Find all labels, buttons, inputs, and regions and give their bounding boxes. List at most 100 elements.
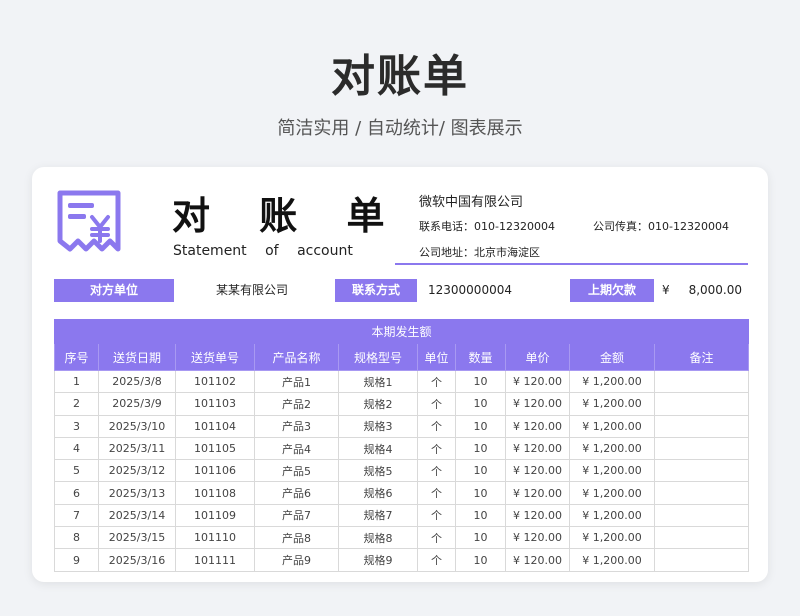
cell-col-remark[interactable] xyxy=(653,503,750,528)
cell-col-qty[interactable]: 10 xyxy=(455,481,506,505)
cell-col-index[interactable]: 4 xyxy=(54,436,99,461)
cell-col-date[interactable]: 2025/3/14 xyxy=(98,503,176,528)
cell-col-price[interactable]: ¥ 120.00 xyxy=(505,481,570,505)
cell-col-product[interactable]: 产品4 xyxy=(254,436,339,461)
cell-col-product[interactable]: 产品3 xyxy=(254,414,339,438)
cell-col-amount[interactable]: ¥ 1,200.00 xyxy=(569,548,655,572)
cell-col-product[interactable]: 产品5 xyxy=(254,459,339,483)
cell-col-unit[interactable]: 个 xyxy=(417,459,456,483)
cell-col-remark[interactable] xyxy=(653,459,750,483)
cell-col-unit[interactable]: 个 xyxy=(417,503,456,528)
table-row[interactable]: 2 2025/3/9 101103 产品2 规格2 个 10 ¥ 120.00 ¥ 1,200.… xyxy=(54,392,750,416)
cell-col-spec[interactable]: 规格5 xyxy=(338,459,418,483)
cell-col-date[interactable]: 2025/3/9 xyxy=(98,392,176,416)
cell-col-remark[interactable] xyxy=(653,436,750,461)
cell-col-spec[interactable]: 规格6 xyxy=(338,481,418,505)
cell-col-date[interactable]: 2025/3/10 xyxy=(98,414,176,438)
cell-col-spec[interactable]: 规格7 xyxy=(338,503,418,528)
cell-col-remark[interactable] xyxy=(653,414,750,438)
cell-col-product[interactable]: 产品7 xyxy=(254,503,339,528)
cell-col-price[interactable]: ¥ 120.00 xyxy=(505,392,570,416)
cell-col-delivery-no[interactable]: 101102 xyxy=(175,369,255,394)
cell-col-price[interactable]: ¥ 120.00 xyxy=(505,503,570,528)
table-row[interactable]: 8 2025/3/15 101110 产品8 规格8 个 10 ¥ 120.00 ¥ 1,200… xyxy=(54,526,750,550)
table-row[interactable]: 7 2025/3/14 101109 产品7 规格7 个 10 ¥ 120.00 ¥ 1,200… xyxy=(54,503,750,528)
cell-col-product[interactable]: 产品1 xyxy=(254,369,339,394)
cell-col-price[interactable]: ¥ 120.00 xyxy=(505,414,570,438)
cell-col-index[interactable]: 3 xyxy=(54,414,99,438)
cell-col-index[interactable]: 7 xyxy=(54,503,99,528)
cell-col-index[interactable]: 9 xyxy=(54,548,99,572)
cell-col-qty[interactable]: 10 xyxy=(455,369,506,394)
cell-col-qty[interactable]: 10 xyxy=(455,548,506,572)
cell-col-remark[interactable] xyxy=(653,481,750,505)
cell-col-spec[interactable]: 规格3 xyxy=(338,414,418,438)
cell-col-index[interactable]: 8 xyxy=(54,526,99,550)
cell-col-date[interactable]: 2025/3/13 xyxy=(98,481,176,505)
cell-col-unit[interactable]: 个 xyxy=(417,392,456,416)
cell-col-delivery-no[interactable]: 101104 xyxy=(175,414,255,438)
cell-col-index[interactable]: 5 xyxy=(54,459,99,483)
table-row[interactable]: 6 2025/3/13 101108 产品6 规格6 个 10 ¥ 120.00 ¥ 1,200… xyxy=(54,481,750,505)
cell-col-unit[interactable]: 个 xyxy=(417,414,456,438)
cell-col-delivery-no[interactable]: 101103 xyxy=(175,392,255,416)
cell-col-unit[interactable]: 个 xyxy=(417,436,456,461)
cell-col-index[interactable]: 6 xyxy=(54,481,99,505)
cell-col-remark[interactable] xyxy=(653,392,750,416)
cell-col-price[interactable]: ¥ 120.00 xyxy=(505,459,570,483)
cell-col-amount[interactable]: ¥ 1,200.00 xyxy=(569,503,655,528)
cell-col-delivery-no[interactable]: 101105 xyxy=(175,436,255,461)
cell-col-amount[interactable]: ¥ 1,200.00 xyxy=(569,392,655,416)
cell-col-price[interactable]: ¥ 120.00 xyxy=(505,369,570,394)
cell-col-spec[interactable]: 规格1 xyxy=(338,369,418,394)
cell-col-delivery-no[interactable]: 101109 xyxy=(175,503,255,528)
cell-col-delivery-no[interactable]: 101110 xyxy=(175,526,255,550)
cell-col-amount[interactable]: ¥ 1,200.00 xyxy=(569,414,655,438)
balance-value[interactable]: 8,000.00 xyxy=(682,279,742,302)
cell-col-spec[interactable]: 规格4 xyxy=(338,436,418,461)
cell-col-index[interactable]: 1 xyxy=(54,369,99,394)
cell-col-qty[interactable]: 10 xyxy=(455,503,506,528)
cell-col-date[interactable]: 2025/3/15 xyxy=(98,526,176,550)
cell-col-product[interactable]: 产品6 xyxy=(254,481,339,505)
cell-col-product[interactable]: 产品2 xyxy=(254,392,339,416)
cell-col-price[interactable]: ¥ 120.00 xyxy=(505,548,570,572)
cell-col-delivery-no[interactable]: 101108 xyxy=(175,481,255,505)
cell-col-qty[interactable]: 10 xyxy=(455,436,506,461)
cell-col-date[interactable]: 2025/3/16 xyxy=(98,548,176,572)
cell-col-unit[interactable]: 个 xyxy=(417,369,456,394)
cell-col-delivery-no[interactable]: 101106 xyxy=(175,459,255,483)
cell-col-price[interactable]: ¥ 120.00 xyxy=(505,436,570,461)
cell-col-unit[interactable]: 个 xyxy=(417,548,456,572)
table-row[interactable]: 4 2025/3/11 101105 产品4 规格4 个 10 ¥ 120.00 ¥ 1,200… xyxy=(54,436,750,461)
cell-col-qty[interactable]: 10 xyxy=(455,526,506,550)
table-row[interactable]: 3 2025/3/10 101104 产品3 规格3 个 10 ¥ 120.00 ¥ 1,200… xyxy=(54,414,750,438)
cell-col-qty[interactable]: 10 xyxy=(455,414,506,438)
cell-col-date[interactable]: 2025/3/11 xyxy=(98,436,176,461)
cell-col-qty[interactable]: 10 xyxy=(455,459,506,483)
cell-col-spec[interactable]: 规格9 xyxy=(338,548,418,572)
counterparty-value[interactable]: 某某有限公司 xyxy=(216,279,346,302)
cell-col-spec[interactable]: 规格8 xyxy=(338,526,418,550)
cell-col-spec[interactable]: 规格2 xyxy=(338,392,418,416)
cell-col-index[interactable]: 2 xyxy=(54,392,99,416)
table-row[interactable]: 9 2025/3/16 101111 产品9 规格9 个 10 ¥ 120.00 ¥ 1,200… xyxy=(54,548,750,572)
cell-col-amount[interactable]: ¥ 1,200.00 xyxy=(569,481,655,505)
cell-col-product[interactable]: 产品8 xyxy=(254,526,339,550)
table-row[interactable]: 5 2025/3/12 101106 产品5 规格5 个 10 ¥ 120.00 ¥ 1,200… xyxy=(54,459,750,483)
cell-col-delivery-no[interactable]: 101111 xyxy=(175,548,255,572)
cell-col-remark[interactable] xyxy=(653,369,750,394)
cell-col-amount[interactable]: ¥ 1,200.00 xyxy=(569,369,655,394)
cell-col-qty[interactable]: 10 xyxy=(455,392,506,416)
cell-col-date[interactable]: 2025/3/8 xyxy=(98,369,176,394)
cell-col-remark[interactable] xyxy=(653,526,750,550)
cell-col-unit[interactable]: 个 xyxy=(417,481,456,505)
cell-col-unit[interactable]: 个 xyxy=(417,526,456,550)
contact-value[interactable]: 12300000004 xyxy=(428,279,548,302)
table-row[interactable]: 1 2025/3/8 101102 产品1 规格1 个 10 ¥ 120.00 ¥ 1,200.… xyxy=(54,369,750,394)
cell-col-amount[interactable]: ¥ 1,200.00 xyxy=(569,436,655,461)
cell-col-date[interactable]: 2025/3/12 xyxy=(98,459,176,483)
cell-col-amount[interactable]: ¥ 1,200.00 xyxy=(569,526,655,550)
cell-col-product[interactable]: 产品9 xyxy=(254,548,339,572)
cell-col-remark[interactable] xyxy=(653,548,750,572)
